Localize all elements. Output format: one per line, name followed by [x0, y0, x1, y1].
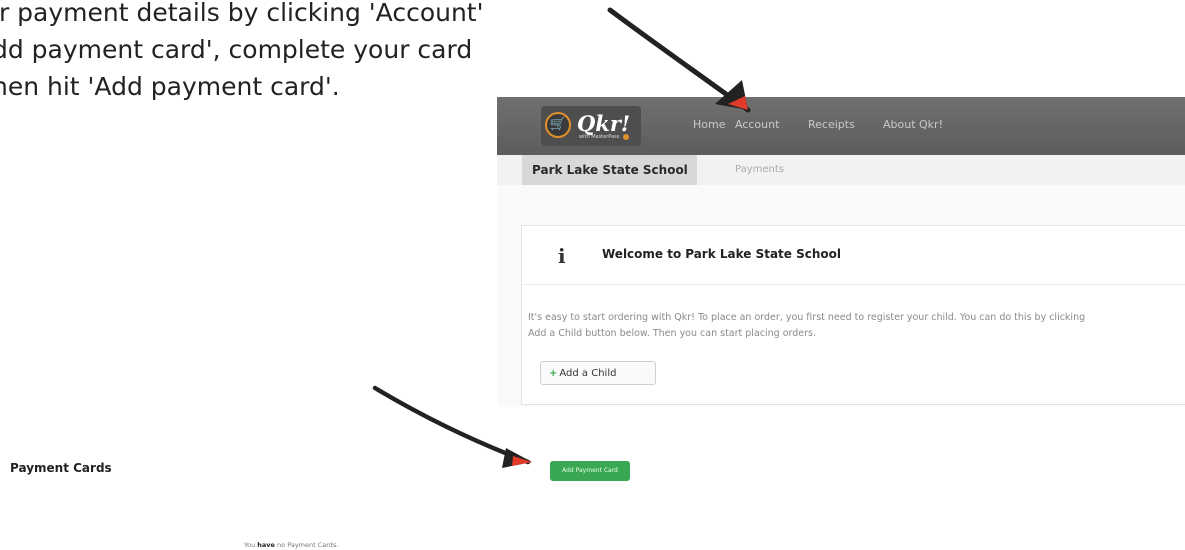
welcome-heading: Welcome to Park Lake State School: [602, 247, 841, 261]
tab-school-label[interactable]: Park Lake State School: [532, 163, 688, 177]
masterpass-icon: [623, 134, 629, 140]
instruction-text: ir payment details by clicking 'Account'…: [0, 0, 484, 101]
top-navbar: 🛒 Qkr! with MasterPass Home Account Rece…: [497, 97, 1185, 155]
welcome-school-name: Park Lake State School: [685, 247, 842, 261]
cart-icon: 🛒: [545, 112, 571, 138]
nav-receipts[interactable]: Receipts: [808, 118, 855, 131]
payment-cards-title: Payment Cards: [10, 461, 112, 475]
arrow-to-add-card-tip: [512, 456, 532, 466]
logo-text: Qkr!: [577, 111, 631, 136]
qkr-logo[interactable]: 🛒 Qkr! with MasterPass: [541, 106, 641, 146]
welcome-prefix: Welcome to: [602, 247, 682, 261]
arrow-to-add-card-head: [502, 448, 532, 468]
empty-suffix: no Payment Cards.: [277, 541, 339, 549]
add-child-button[interactable]: + Add a Child: [540, 361, 656, 385]
card-divider: [522, 284, 1185, 285]
qkr-screenshot: 🛒 Qkr! with MasterPass Home Account Rece…: [497, 97, 1185, 407]
welcome-body-text: It's easy to start ordering with Qkr! To…: [528, 312, 1086, 339]
info-icon: i: [558, 244, 566, 268]
logo-subtext: with MasterPass: [579, 134, 620, 140]
no-payment-cards-text: You have no Payment Cards.: [244, 541, 338, 549]
add-child-label: Add a Child: [559, 368, 617, 379]
welcome-card: i Welcome to Park Lake State School It's …: [521, 225, 1185, 405]
school-tabs: Park Lake State School Payments: [497, 155, 1185, 185]
arrow-to-account: [607, 7, 751, 113]
nav-account[interactable]: Account: [735, 118, 779, 131]
nav-about[interactable]: About Qkr!: [883, 118, 943, 131]
empty-bold: have: [257, 541, 275, 549]
tab-payments[interactable]: Payments: [735, 164, 784, 175]
plus-icon: +: [549, 368, 558, 379]
nav-home[interactable]: Home: [693, 118, 725, 131]
empty-prefix: You: [244, 541, 256, 549]
add-payment-card-button[interactable]: Add Payment Card: [550, 461, 630, 481]
